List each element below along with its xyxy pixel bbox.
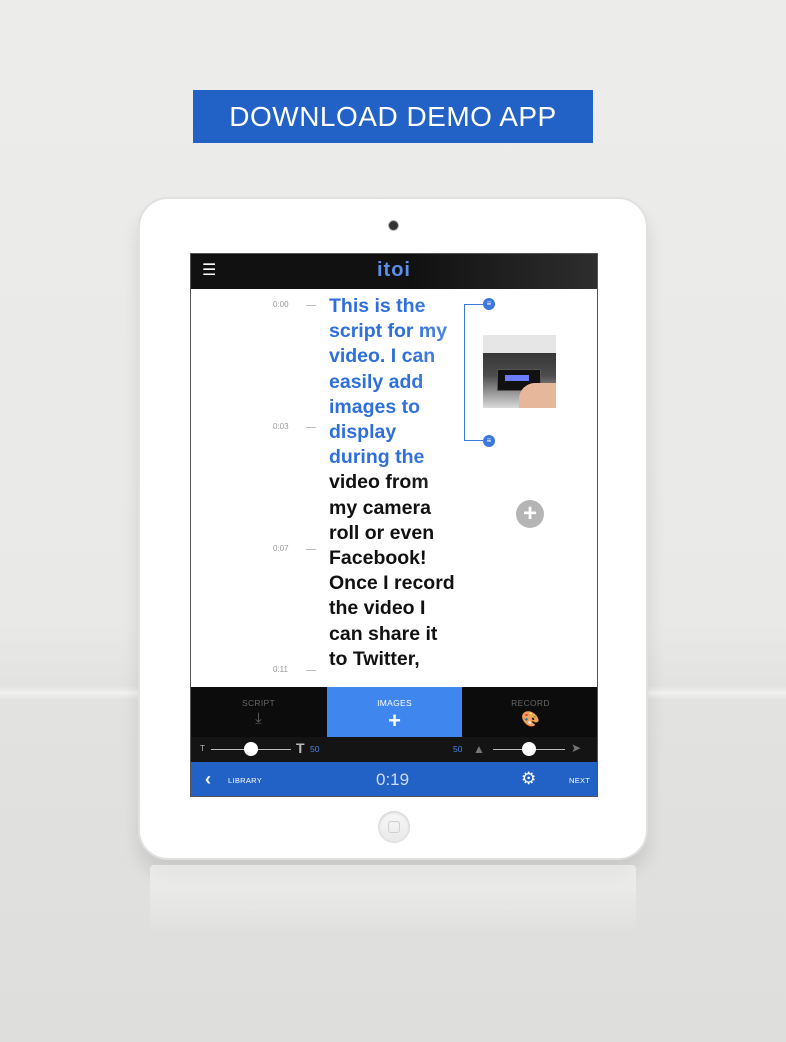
timestamp-0: 0:00 (273, 300, 289, 309)
text-large-icon: T (296, 740, 305, 756)
tray-download-icon: ⤓ (255, 710, 262, 727)
gear-icon[interactable]: ⚙ (521, 769, 536, 789)
thumb-paper (483, 335, 556, 353)
tick-2 (306, 549, 316, 550)
speed-value: 50 (453, 744, 463, 754)
timestamp-2: 0:07 (273, 544, 289, 553)
tab-images[interactable]: IMAGES + (327, 687, 462, 737)
reflection (150, 865, 636, 935)
app-logo: itoi (377, 259, 411, 281)
script-rest-text: video from my camera roll or even Facebo… (329, 471, 455, 670)
range-start-handle-icon[interactable]: ≡ (483, 298, 495, 310)
tab-record-label: RECORD (511, 698, 550, 708)
text-size-value: 50 (310, 744, 320, 754)
thumb-screen-glow (505, 375, 529, 381)
speed-slider-knob[interactable] (522, 742, 536, 756)
app-header: ☰ itoi (191, 254, 597, 289)
bottom-bar: ‹ LIBRARY 0:19 ⚙ NEXT (191, 762, 597, 796)
app-screen: ☰ itoi 0:00 0:03 0:07 0:11 This is the s… (190, 253, 598, 797)
text-small-icon: T (200, 744, 205, 753)
chevron-left-icon[interactable]: ‹ (205, 769, 211, 790)
timestamp-3: 0:11 (273, 665, 288, 674)
tab-images-label: IMAGES (377, 698, 412, 708)
photo-thumbnail[interactable] (483, 335, 556, 408)
turtle-icon: ▲ (473, 742, 485, 756)
add-image-button[interactable]: + (516, 500, 544, 528)
hamburger-icon[interactable]: ☰ (202, 262, 216, 280)
download-demo-app-button[interactable]: DOWNLOAD DEMO APP (193, 90, 593, 143)
home-button[interactable] (378, 811, 410, 843)
plus-icon: + (388, 708, 401, 733)
tick-1 (306, 427, 316, 428)
recording-duration: 0:19 (376, 770, 410, 789)
mode-tabs: SCRIPT ⤓ IMAGES + RECORD 🎨 (191, 687, 597, 737)
rabbit-icon: ➤ (571, 741, 582, 755)
library-button[interactable]: LIBRARY (228, 776, 262, 785)
tab-script[interactable]: SCRIPT ⤓ (191, 687, 326, 737)
palette-icon: 🎨 (521, 711, 540, 728)
text-size-slider-knob[interactable] (244, 742, 258, 756)
tick-3 (306, 670, 316, 671)
tab-script-label: SCRIPT (242, 698, 275, 708)
timestamp-1: 0:03 (273, 422, 289, 431)
range-end-handle-icon[interactable]: ≡ (483, 435, 495, 447)
thumb-hand (519, 383, 556, 408)
camera-icon (389, 221, 398, 230)
tab-record[interactable]: RECORD 🎨 (463, 687, 597, 737)
tick-0 (306, 305, 316, 306)
next-button[interactable]: NEXT (569, 776, 590, 785)
slider-bar: T T 50 50 ▲ ➤ (191, 737, 597, 762)
header-sheen (411, 254, 597, 289)
timeline: 0:00 0:03 0:07 0:11 (191, 289, 326, 687)
